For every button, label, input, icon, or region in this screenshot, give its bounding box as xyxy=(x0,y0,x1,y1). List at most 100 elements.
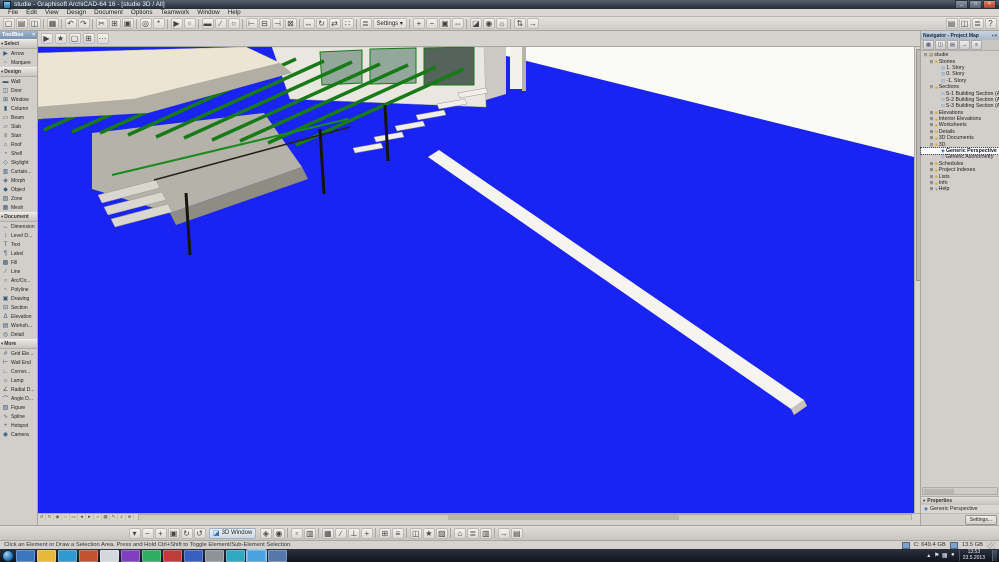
redo-icon[interactable]: ↷ xyxy=(77,18,90,29)
quick-layers-icon[interactable]: ≣ xyxy=(466,527,479,539)
guide-lines-icon[interactable]: ∕ xyxy=(334,527,347,539)
restore-button[interactable]: □ xyxy=(969,0,982,9)
adjust-icon[interactable]: ⊣ xyxy=(271,18,284,29)
taskbar-app-4[interactable] xyxy=(79,549,98,562)
edit-icon[interactable]: ✎ xyxy=(110,514,118,520)
tool-section[interactable]: ⊟ Section xyxy=(0,303,37,312)
add-view-icon[interactable]: ⊕ xyxy=(126,514,134,520)
menu-help[interactable]: Help xyxy=(224,9,245,17)
tool-fill[interactable]: ▩ Fill xyxy=(0,258,37,267)
multiply-icon[interactable]: ∷ xyxy=(341,18,354,29)
element-settings-icon[interactable]: * xyxy=(152,18,165,29)
grid-icon[interactable]: ▦ xyxy=(102,514,110,520)
taskbar-app-10[interactable] xyxy=(205,549,224,562)
fit-view-icon[interactable]: ▣ xyxy=(438,18,451,29)
tool-detail[interactable]: ◎ Detail xyxy=(0,330,37,339)
paste-icon[interactable]: ▣ xyxy=(121,18,134,29)
split-icon[interactable]: ⊟ xyxy=(258,18,271,29)
tree-options-icon[interactable]: ≡ xyxy=(971,40,982,50)
tool-slab[interactable]: ▱ Slab xyxy=(0,122,37,131)
tool-worksh[interactable]: ▤ Worksh... xyxy=(0,321,37,330)
tool-spline[interactable]: ∿ Spline xyxy=(0,412,37,421)
tracker-icon[interactable]: ≡ xyxy=(391,527,404,539)
publisher-icon[interactable]: → xyxy=(959,40,970,50)
grid-snap-icon[interactable]: ▦ xyxy=(321,527,334,539)
selection-info-icon[interactable]: ▢ xyxy=(68,33,81,44)
tool-morph[interactable]: ◈ Morph xyxy=(0,176,37,185)
orbit-icon[interactable]: ↻ xyxy=(180,527,193,539)
tool-radial-d[interactable]: ∠ Radial D... xyxy=(0,385,37,394)
cursor-snap-icon[interactable]: + xyxy=(360,527,373,539)
tool-text[interactable]: T Text xyxy=(0,240,37,249)
open-icon[interactable]: ▤ xyxy=(15,18,28,29)
tray-volume-icon[interactable]: ● xyxy=(949,552,957,559)
new-icon[interactable]: ▢ xyxy=(2,18,15,29)
marquee-tool-icon[interactable]: ▫ xyxy=(183,18,196,29)
toolbox-close-icon[interactable]: × xyxy=(32,32,35,38)
look-to-icon[interactable]: ◉ xyxy=(54,514,62,520)
quick-options-icon[interactable]: ▾ xyxy=(128,527,141,539)
tool-label[interactable]: ¶ Label xyxy=(0,249,37,258)
copy-icon[interactable]: ⊞ xyxy=(108,18,121,29)
properties-header[interactable]: ▾ Properties xyxy=(921,496,999,505)
project-map-icon[interactable]: ▦ xyxy=(923,40,934,50)
3d-scene-canvas[interactable] xyxy=(38,47,914,513)
tool-shell[interactable]: ◔ Shell xyxy=(0,149,37,158)
coordinates-icon[interactable]: ⊞ xyxy=(378,527,391,539)
navigator-toggle-icon[interactable]: ◫ xyxy=(958,18,971,29)
home-icon[interactable]: ⌂ xyxy=(62,514,70,520)
pin-icon[interactable]: ▪ xyxy=(992,33,994,38)
horizontal-scrollbar[interactable] xyxy=(138,513,912,520)
taskbar-app-8[interactable] xyxy=(163,549,182,562)
taskbar-app-3[interactable] xyxy=(58,549,77,562)
tray-network-icon[interactable]: ▦ xyxy=(941,552,949,559)
layers-icon[interactable]: ≣ xyxy=(359,18,372,29)
orbit-icon[interactable]: ↻ xyxy=(46,514,54,520)
trace-reference-icon[interactable]: ▨ xyxy=(435,527,448,539)
toolbox-group-document[interactable]: ▾ Document xyxy=(0,212,37,222)
tool-stair[interactable]: ≡ Stair xyxy=(0,131,37,140)
tool-elevation[interactable]: Δ Elevation xyxy=(0,312,37,321)
tool-beam[interactable]: ▭ Beam xyxy=(0,113,37,122)
previous-view-icon[interactable]: ◄ xyxy=(78,514,86,520)
menu-document[interactable]: Document xyxy=(90,9,127,17)
find-select-icon[interactable]: ◎ xyxy=(139,18,152,29)
publish-icon[interactable]: → xyxy=(497,527,510,539)
tool-figure[interactable]: ▧ Figure xyxy=(0,403,37,412)
minimize-button[interactable]: _ xyxy=(955,0,968,9)
tool-arc-cir[interactable]: ○ Arc/Cir... xyxy=(0,276,37,285)
menu-edit[interactable]: Edit xyxy=(22,9,41,17)
tool-column[interactable]: ▮ Column xyxy=(0,104,37,113)
toolbox-title-bar[interactable]: ToolBox × xyxy=(0,31,37,39)
sun-icon[interactable]: ☼ xyxy=(94,514,102,520)
horizontal-scrollbar-thumb[interactable] xyxy=(447,514,680,520)
taskbar-archicad[interactable] xyxy=(246,548,267,562)
tool-level-d[interactable]: ↕ Level D... xyxy=(0,231,37,240)
circle-tool-icon[interactable]: ○ xyxy=(227,18,240,29)
tool-roof[interactable]: ⌂ Roof xyxy=(0,140,37,149)
tool-mesh[interactable]: ▦ Mesh xyxy=(0,203,37,212)
tool-zone[interactable]: ▨ Zone xyxy=(0,194,37,203)
tool-wall[interactable]: ▬ Wall xyxy=(0,77,37,86)
navigator-title-bar[interactable]: Navigator - Project Map ▪ × xyxy=(921,31,999,40)
story-settings-icon[interactable]: ▥ xyxy=(479,527,492,539)
cut-icon[interactable]: ✂ xyxy=(95,18,108,29)
resize-grip[interactable] xyxy=(987,541,995,549)
show-desktop-button[interactable] xyxy=(992,550,997,561)
tool-window[interactable]: ⊞ Window xyxy=(0,95,37,104)
view-map-icon[interactable]: ◫ xyxy=(935,40,946,50)
navigator-scrollbar[interactable] xyxy=(922,487,998,495)
quick-layers-icon[interactable]: ≣ xyxy=(971,18,984,29)
favorites-icon[interactable]: ★ xyxy=(54,33,67,44)
tray-show-hidden-icon[interactable]: ▴ xyxy=(925,552,933,559)
close-button[interactable]: × xyxy=(983,0,996,9)
layout-book-icon[interactable]: ▤ xyxy=(947,40,958,50)
print-icon[interactable]: ▦ xyxy=(46,18,59,29)
zoom-out-icon[interactable]: − xyxy=(425,18,438,29)
taskbar-app-9[interactable] xyxy=(184,549,203,562)
taskbar-app-7[interactable] xyxy=(142,549,161,562)
save-icon[interactable]: ◫ xyxy=(28,18,41,29)
taskbar-app-2[interactable] xyxy=(37,549,56,562)
tool-polyline[interactable]: ~ Polyline xyxy=(0,285,37,294)
tool-object[interactable]: ◆ Object xyxy=(0,185,37,194)
